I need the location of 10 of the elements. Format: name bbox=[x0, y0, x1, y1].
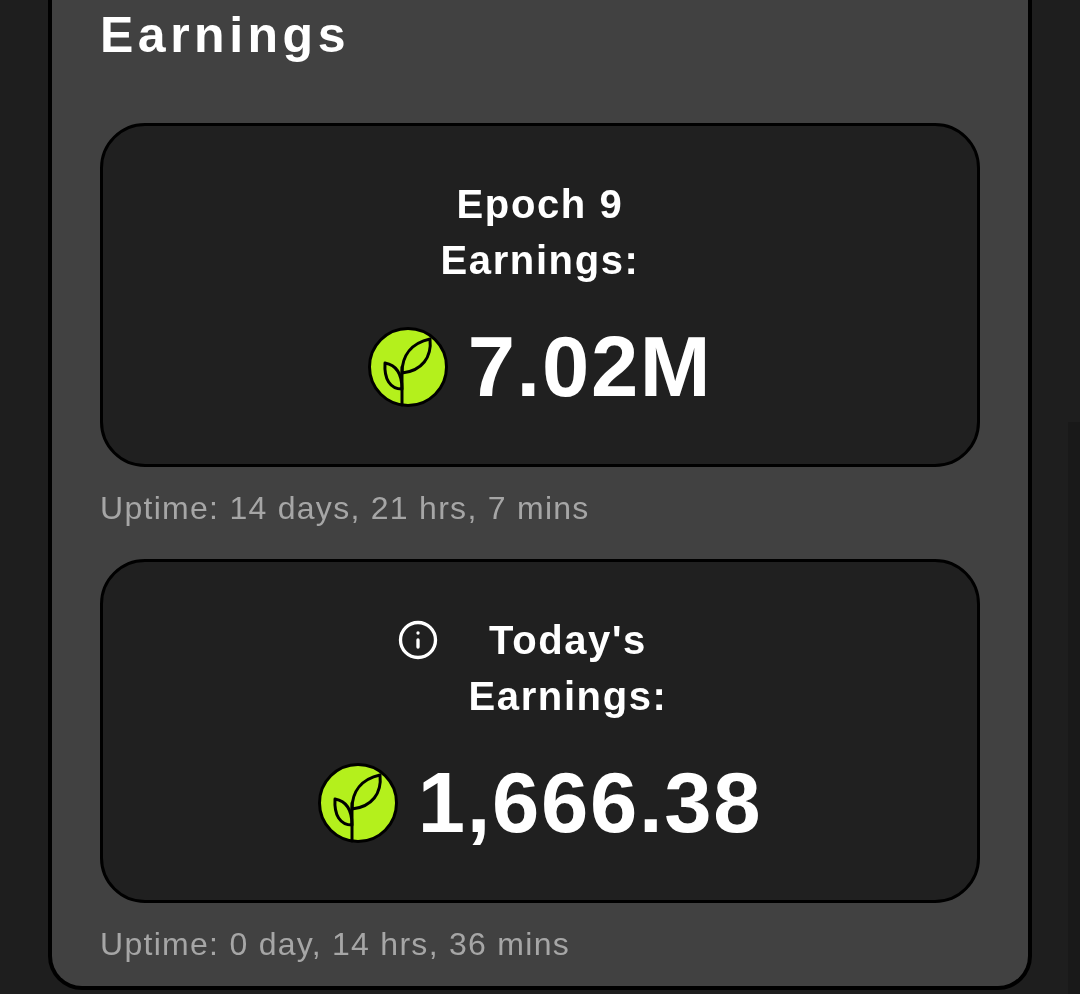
card-title: Today's Earnings: bbox=[467, 617, 669, 720]
earnings-value: 7.02M bbox=[467, 324, 713, 409]
earnings-value: 1,666.38 bbox=[417, 760, 763, 845]
panel-title: Earnings bbox=[100, 10, 351, 60]
card-title: Epoch 9 Earnings: bbox=[439, 181, 641, 284]
uptime-text: Uptime: 14 days, 21 hrs, 7 mins bbox=[100, 489, 591, 528]
uptime-text: Uptime: 0 day, 14 hrs, 36 mins bbox=[100, 925, 571, 964]
leaf-coin-icon bbox=[367, 326, 448, 407]
info-icon[interactable] bbox=[397, 619, 439, 661]
leaf-coin-icon bbox=[317, 762, 398, 843]
